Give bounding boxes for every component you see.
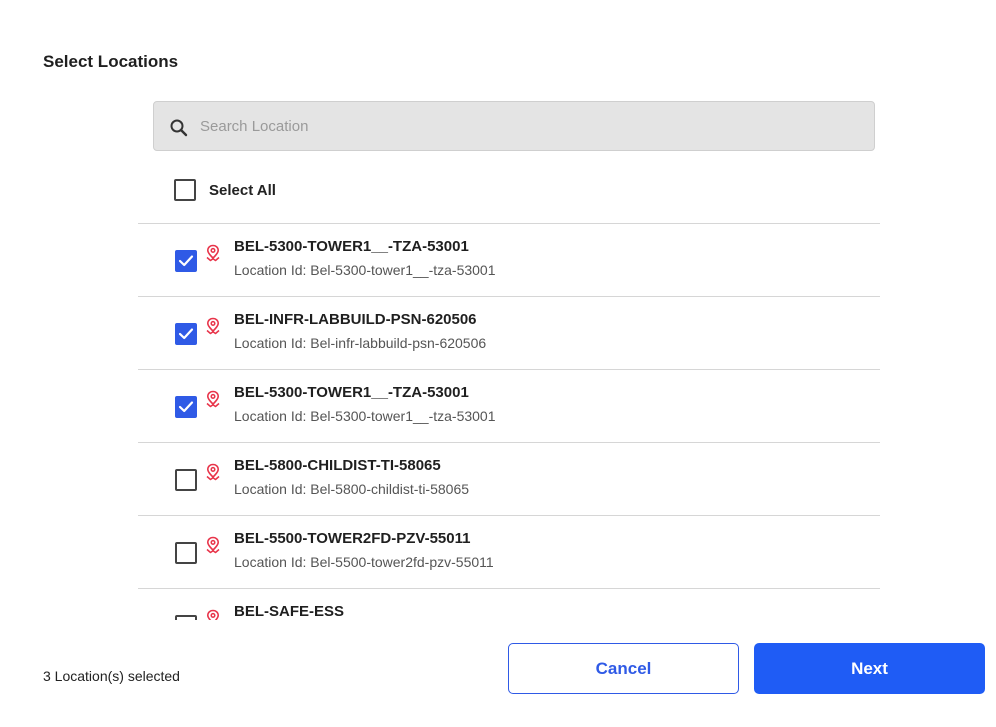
location-checkbox[interactable] bbox=[175, 323, 197, 345]
check-icon bbox=[178, 328, 194, 340]
select-all-checkbox[interactable] bbox=[174, 179, 196, 201]
select-locations-dialog: Select Locations Select All BEL-5300-TOW… bbox=[0, 0, 996, 727]
location-list[interactable]: BEL-5300-TOWER1__-TZA-53001 Location Id: … bbox=[138, 224, 880, 620]
location-name: BEL-5500-TOWER2FD-PZV-55011 bbox=[234, 530, 471, 547]
select-all-label: Select All bbox=[209, 181, 276, 199]
location-list-item[interactable]: BEL-5800-CHILDIST-TI-58065 Location Id: B… bbox=[138, 443, 880, 516]
cancel-button[interactable]: Cancel bbox=[508, 643, 739, 694]
location-name: BEL-5300-TOWER1__-TZA-53001 bbox=[234, 238, 469, 255]
location-name: BEL-SAFE-ESS bbox=[234, 603, 345, 620]
location-checkbox[interactable] bbox=[175, 469, 197, 491]
search-box[interactable] bbox=[153, 101, 875, 151]
location-name: BEL-5800-CHILDIST-TI-58065 bbox=[234, 457, 441, 474]
location-checkbox[interactable] bbox=[175, 250, 197, 272]
check-icon bbox=[178, 401, 194, 413]
location-checkbox[interactable] bbox=[175, 396, 197, 418]
location-pin-icon bbox=[206, 609, 220, 620]
location-id: Location Id: Bel-5800-childist-ti-58065 bbox=[234, 481, 470, 497]
location-name: BEL-5300-TOWER1__-TZA-53001 bbox=[234, 384, 469, 401]
location-pin-icon bbox=[206, 463, 220, 481]
check-icon bbox=[178, 255, 194, 267]
next-button[interactable]: Next bbox=[754, 643, 985, 694]
location-list-item[interactable]: BEL-5300-TOWER1__-TZA-53001 Location Id: … bbox=[138, 370, 880, 443]
location-pin-icon bbox=[206, 317, 220, 335]
location-id: Location Id: Bel-5300-tower1__-tza-53001 bbox=[234, 408, 496, 424]
location-pin-icon bbox=[206, 390, 220, 408]
location-checkbox[interactable] bbox=[175, 542, 197, 564]
location-list-item[interactable]: BEL-5500-TOWER2FD-PZV-55011 Location Id: … bbox=[138, 516, 880, 589]
search-icon bbox=[170, 119, 188, 137]
selected-count: 3 Location(s) selected bbox=[43, 668, 180, 684]
location-list-item[interactable]: BEL-5300-TOWER1__-TZA-53001 Location Id: … bbox=[138, 224, 880, 297]
location-name: BEL-INFR-LABBUILD-PSN-620506 bbox=[234, 311, 477, 328]
location-checkbox[interactable] bbox=[175, 615, 197, 620]
search-input[interactable] bbox=[200, 102, 850, 150]
location-id: Location Id: Bel-5300-tower1__-tza-53001 bbox=[234, 262, 496, 278]
location-pin-icon bbox=[206, 244, 220, 262]
location-id: Location Id: Bel-infr-labbuild-psn-62050… bbox=[234, 335, 487, 351]
location-list-item[interactable]: BEL-SAFE-ESS bbox=[138, 589, 880, 620]
location-list-item[interactable]: BEL-INFR-LABBUILD-PSN-620506 Location Id:… bbox=[138, 297, 880, 370]
location-id: Location Id: Bel-5500-tower2fd-pzv-55011 bbox=[234, 554, 494, 570]
select-all-option[interactable]: Select All bbox=[174, 178, 276, 202]
location-pin-icon bbox=[206, 536, 220, 554]
page-title: Select Locations bbox=[43, 52, 179, 71]
